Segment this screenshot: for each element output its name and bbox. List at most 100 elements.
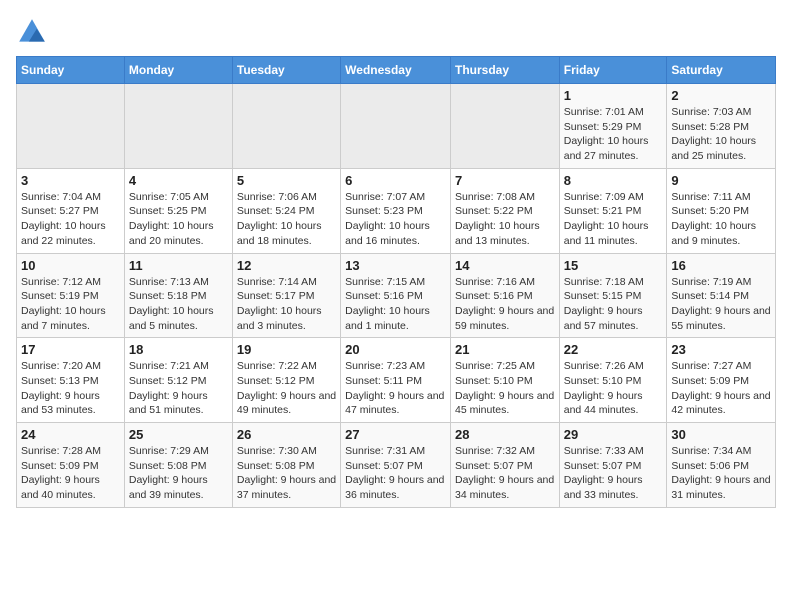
day-number: 29 [564, 427, 663, 442]
calendar-day-cell: 27Sunrise: 7:31 AM Sunset: 5:07 PM Dayli… [341, 423, 451, 508]
day-number: 15 [564, 258, 663, 273]
day-info: Sunrise: 7:07 AM Sunset: 5:23 PM Dayligh… [345, 190, 446, 249]
calendar-day-cell: 5Sunrise: 7:06 AM Sunset: 5:24 PM Daylig… [232, 168, 340, 253]
day-number: 11 [129, 258, 228, 273]
day-number: 9 [671, 173, 771, 188]
day-info: Sunrise: 7:20 AM Sunset: 5:13 PM Dayligh… [21, 359, 120, 418]
calendar-day-cell: 29Sunrise: 7:33 AM Sunset: 5:07 PM Dayli… [559, 423, 667, 508]
day-info: Sunrise: 7:29 AM Sunset: 5:08 PM Dayligh… [129, 444, 228, 503]
day-info: Sunrise: 7:01 AM Sunset: 5:29 PM Dayligh… [564, 105, 663, 164]
calendar-day-cell: 25 Sunrise: 7:29 AM Sunset: 5:08 PM Dayli… [124, 423, 232, 508]
calendar-week-row: 17 Sunrise: 7:20 AM Sunset: 5:13 PM Dayli… [17, 338, 776, 423]
day-info: Sunrise: 7:19 AM Sunset: 5:14 PM Dayligh… [671, 275, 771, 334]
day-info: Sunrise: 7:34 AM Sunset: 5:06 PM Dayligh… [671, 444, 771, 503]
logo [16, 16, 52, 48]
day-info: Sunrise: 7:22 AM Sunset: 5:12 PM Dayligh… [237, 359, 336, 418]
calendar-day-cell: 14 Sunrise: 7:16 AM Sunset: 5:16 PM Dayli… [450, 253, 559, 338]
day-number: 4 [129, 173, 228, 188]
day-of-week-header: Friday [559, 57, 667, 84]
day-info: Sunrise: 7:28 AM Sunset: 5:09 PM Dayligh… [21, 444, 120, 503]
page-header [16, 16, 776, 48]
day-of-week-header: Saturday [667, 57, 776, 84]
calendar-day-cell [341, 84, 451, 169]
day-info: Sunrise: 7:05 AM Sunset: 5:25 PM Dayligh… [129, 190, 228, 249]
day-number: 6 [345, 173, 446, 188]
day-number: 24 [21, 427, 120, 442]
calendar-week-row: 1 Sunrise: 7:01 AM Sunset: 5:29 PM Daylig… [17, 84, 776, 169]
day-info: Sunrise: 7:14 AM Sunset: 5:17 PM Dayligh… [237, 275, 336, 334]
day-info: Sunrise: 7:26 AM Sunset: 5:10 PM Dayligh… [564, 359, 663, 418]
day-number: 30 [671, 427, 771, 442]
calendar-day-cell: 18 Sunrise: 7:21 AM Sunset: 5:12 PM Dayli… [124, 338, 232, 423]
day-info: Sunrise: 7:25 AM Sunset: 5:10 PM Dayligh… [455, 359, 555, 418]
calendar-day-cell: 6 Sunrise: 7:07 AM Sunset: 5:23 PM Daylig… [341, 168, 451, 253]
day-number: 25 [129, 427, 228, 442]
day-number: 28 [455, 427, 555, 442]
calendar-day-cell: 17 Sunrise: 7:20 AM Sunset: 5:13 PM Dayli… [17, 338, 125, 423]
day-number: 27 [345, 427, 446, 442]
day-info: Sunrise: 7:23 AM Sunset: 5:11 PM Dayligh… [345, 359, 446, 418]
day-number: 23 [671, 342, 771, 357]
day-of-week-header: Tuesday [232, 57, 340, 84]
calendar-day-cell [232, 84, 340, 169]
calendar-day-cell [450, 84, 559, 169]
day-of-week-header: Sunday [17, 57, 125, 84]
day-number: 14 [455, 258, 555, 273]
calendar-day-cell: 26 Sunrise: 7:30 AM Sunset: 5:08 PM Dayli… [232, 423, 340, 508]
day-number: 17 [21, 342, 120, 357]
day-info: Sunrise: 7:15 AM Sunset: 5:16 PM Dayligh… [345, 275, 446, 334]
day-number: 2 [671, 88, 771, 103]
day-info: Sunrise: 7:16 AM Sunset: 5:16 PM Dayligh… [455, 275, 555, 334]
calendar-week-row: 10Sunrise: 7:12 AM Sunset: 5:19 PM Dayli… [17, 253, 776, 338]
day-number: 8 [564, 173, 663, 188]
day-of-week-header: Monday [124, 57, 232, 84]
day-number: 1 [564, 88, 663, 103]
header-row: SundayMondayTuesdayWednesdayThursdayFrid… [17, 57, 776, 84]
calendar-week-row: 24 Sunrise: 7:28 AM Sunset: 5:09 PM Dayli… [17, 423, 776, 508]
day-of-week-header: Thursday [450, 57, 559, 84]
calendar-day-cell: 23 Sunrise: 7:27 AM Sunset: 5:09 PM Dayli… [667, 338, 776, 423]
calendar-table: SundayMondayTuesdayWednesdayThursdayFrid… [16, 56, 776, 508]
day-number: 19 [237, 342, 336, 357]
day-info: Sunrise: 7:11 AM Sunset: 5:20 PM Dayligh… [671, 190, 771, 249]
day-info: Sunrise: 7:13 AM Sunset: 5:18 PM Dayligh… [129, 275, 228, 334]
calendar-day-cell: 28 Sunrise: 7:32 AM Sunset: 5:07 PM Dayli… [450, 423, 559, 508]
day-info: Sunrise: 7:09 AM Sunset: 5:21 PM Dayligh… [564, 190, 663, 249]
day-number: 7 [455, 173, 555, 188]
calendar-day-cell: 8 Sunrise: 7:09 AM Sunset: 5:21 PM Daylig… [559, 168, 667, 253]
day-info: Sunrise: 7:18 AM Sunset: 5:15 PM Dayligh… [564, 275, 663, 334]
day-number: 26 [237, 427, 336, 442]
calendar-day-cell [17, 84, 125, 169]
day-number: 18 [129, 342, 228, 357]
calendar-day-cell: 3 Sunrise: 7:04 AM Sunset: 5:27 PM Daylig… [17, 168, 125, 253]
calendar-day-cell: 2 Sunrise: 7:03 AM Sunset: 5:28 PM Daylig… [667, 84, 776, 169]
calendar-day-cell: 11 Sunrise: 7:13 AM Sunset: 5:18 PM Dayli… [124, 253, 232, 338]
calendar-day-cell: 4 Sunrise: 7:05 AM Sunset: 5:25 PM Daylig… [124, 168, 232, 253]
calendar-header: SundayMondayTuesdayWednesdayThursdayFrid… [17, 57, 776, 84]
day-info: Sunrise: 7:30 AM Sunset: 5:08 PM Dayligh… [237, 444, 336, 503]
calendar-day-cell: 24 Sunrise: 7:28 AM Sunset: 5:09 PM Dayli… [17, 423, 125, 508]
calendar-day-cell: 20 Sunrise: 7:23 AM Sunset: 5:11 PM Dayli… [341, 338, 451, 423]
calendar-day-cell: 30 Sunrise: 7:34 AM Sunset: 5:06 PM Dayli… [667, 423, 776, 508]
calendar-day-cell: 7 Sunrise: 7:08 AM Sunset: 5:22 PM Daylig… [450, 168, 559, 253]
day-number: 20 [345, 342, 446, 357]
calendar-day-cell: 21Sunrise: 7:25 AM Sunset: 5:10 PM Dayli… [450, 338, 559, 423]
day-info: Sunrise: 7:21 AM Sunset: 5:12 PM Dayligh… [129, 359, 228, 418]
day-info: Sunrise: 7:27 AM Sunset: 5:09 PM Dayligh… [671, 359, 771, 418]
calendar-day-cell: 22 Sunrise: 7:26 AM Sunset: 5:10 PM Dayli… [559, 338, 667, 423]
calendar-day-cell: 10Sunrise: 7:12 AM Sunset: 5:19 PM Dayli… [17, 253, 125, 338]
day-info: Sunrise: 7:32 AM Sunset: 5:07 PM Dayligh… [455, 444, 555, 503]
day-number: 22 [564, 342, 663, 357]
day-info: Sunrise: 7:08 AM Sunset: 5:22 PM Dayligh… [455, 190, 555, 249]
logo-icon [16, 16, 48, 48]
day-number: 16 [671, 258, 771, 273]
day-info: Sunrise: 7:03 AM Sunset: 5:28 PM Dayligh… [671, 105, 771, 164]
day-info: Sunrise: 7:04 AM Sunset: 5:27 PM Dayligh… [21, 190, 120, 249]
calendar-day-cell: 19 Sunrise: 7:22 AM Sunset: 5:12 PM Dayli… [232, 338, 340, 423]
calendar-day-cell: 9 Sunrise: 7:11 AM Sunset: 5:20 PM Daylig… [667, 168, 776, 253]
calendar-body: 1 Sunrise: 7:01 AM Sunset: 5:29 PM Daylig… [17, 84, 776, 508]
day-number: 13 [345, 258, 446, 273]
calendar-day-cell: 13 Sunrise: 7:15 AM Sunset: 5:16 PM Dayli… [341, 253, 451, 338]
day-number: 3 [21, 173, 120, 188]
calendar-day-cell: 16 Sunrise: 7:19 AM Sunset: 5:14 PM Dayli… [667, 253, 776, 338]
